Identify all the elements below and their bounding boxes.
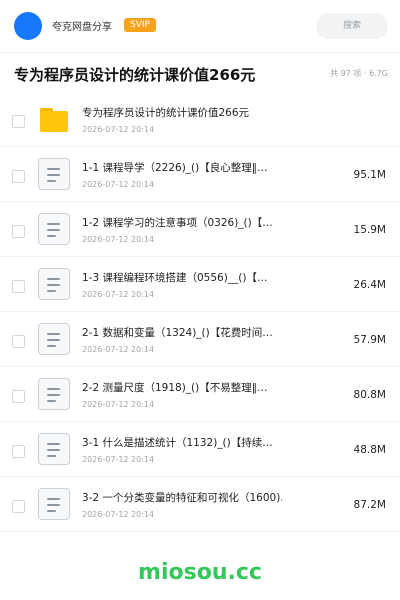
row-checkbox[interactable] [12,115,25,128]
row-checkbox[interactable] [12,445,25,458]
item-date: 2026-07-12 20:14 [82,455,155,464]
user-avatar[interactable] [14,12,42,40]
document-icon [38,213,70,245]
row-checkbox[interactable] [12,170,25,183]
file-list: 专为程序员设计的统计课价值266元 2026-07-12 20:14 1-1 课… [0,92,400,532]
item-name: 3-2 一个分类变量的特征和可视化（1600)… [82,492,282,504]
row-checkbox[interactable] [12,500,25,513]
brand-name: 夸克网盘分享 [52,22,112,33]
document-icon [38,488,70,520]
page-title: 专为程序员设计的统计课价值266元 [14,66,256,84]
item-size: 57.9M [353,334,386,346]
document-icon [38,323,70,355]
item-date: 2026-07-12 20:14 [82,235,155,244]
list-item[interactable]: 3-2 一个分类变量的特征和可视化（1600)… 2026-07-12 20:1… [0,477,400,532]
item-size: 48.8M [353,444,386,456]
item-size: 15.9M [353,224,386,236]
item-size: 95.1M [353,169,386,181]
document-icon [38,378,70,410]
list-item[interactable]: 专为程序员设计的统计课价值266元 2026-07-12 20:14 [0,92,400,147]
search-button[interactable]: 搜索 [316,13,388,39]
row-checkbox[interactable] [12,225,25,238]
svip-badge: SVIP [124,18,156,32]
item-date: 2026-07-12 20:14 [82,290,155,299]
folder-icon [40,108,68,132]
item-name: 1-3 课程编程环境搭建（0556)__()【… [82,272,268,284]
watermark-text: miosou.cc [138,560,262,585]
item-date: 2026-07-12 20:14 [82,510,155,519]
document-icon [38,433,70,465]
item-name: 3-1 什么是描述统计（1132)_()【持续… [82,437,273,449]
folder-meta: 共 97 项 · 6.7G [330,69,388,78]
document-icon [38,158,70,190]
item-date: 2026-07-12 20:14 [82,180,155,189]
item-name: 专为程序员设计的统计课价值266元 [82,107,250,119]
item-size: 87.2M [353,499,386,511]
document-icon [38,268,70,300]
header-divider [0,52,400,53]
row-checkbox[interactable] [12,390,25,403]
list-item[interactable]: 1-3 课程编程环境搭建（0556)__()【… 2026-07-12 20:1… [0,257,400,312]
item-date: 2026-07-12 20:14 [82,125,155,134]
list-item[interactable]: 1-2 课程学习的注意事项（0326)_()【… 2026-07-12 20:1… [0,202,400,257]
item-name: 2-2 测量尺度（1918)_()【不易整理‖… [82,382,268,394]
item-size: 80.8M [353,389,386,401]
list-item[interactable]: 3-1 什么是描述统计（1132)_()【持续… 2026-07-12 20:1… [0,422,400,477]
item-size: 26.4M [353,279,386,291]
item-name: 2-1 数据和变量（1324)_()【花费时间… [82,327,273,339]
list-item[interactable]: 1-1 课程导学（2226)_()【良心整理‖… 2026-07-12 20:1… [0,147,400,202]
item-name: 1-1 课程导学（2226)_()【良心整理‖… [82,162,268,174]
row-checkbox[interactable] [12,280,25,293]
item-date: 2026-07-12 20:14 [82,400,155,409]
top-bar: 夸克网盘分享 SVIP 搜索 [0,0,400,52]
row-checkbox[interactable] [12,335,25,348]
list-item[interactable]: 2-2 测量尺度（1918)_()【不易整理‖… 2026-07-12 20:1… [0,367,400,422]
item-date: 2026-07-12 20:14 [82,345,155,354]
item-name: 1-2 课程学习的注意事项（0326)_()【… [82,217,273,229]
list-item[interactable]: 2-1 数据和变量（1324)_()【花费时间… 2026-07-12 20:1… [0,312,400,367]
